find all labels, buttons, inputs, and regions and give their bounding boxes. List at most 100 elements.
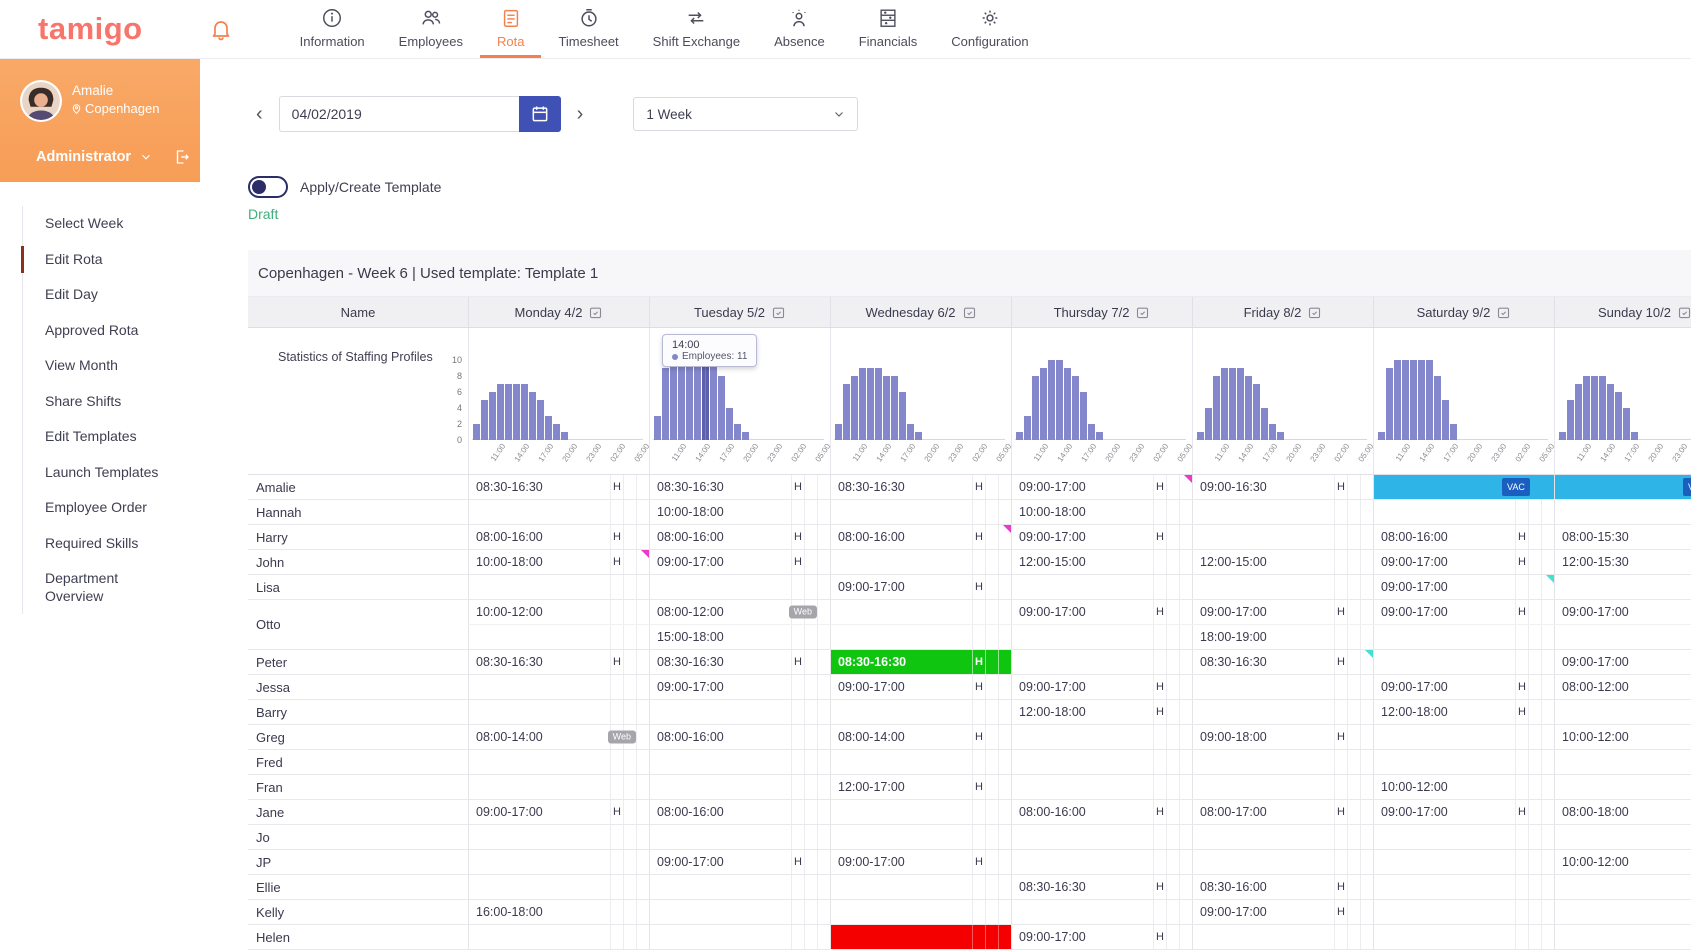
shift-cell-harry-thursday-7-2[interactable]: 09:00-17:00H [1011, 525, 1192, 549]
rota-header-day-thursday-7-2[interactable]: Thursday 7/2 [1011, 297, 1192, 327]
sidebar-item-approved-rota[interactable]: Approved Rota [23, 313, 183, 349]
shift-cell-jessa-monday-4-2[interactable] [468, 675, 649, 699]
shift-cell-greg-monday-4-2[interactable]: 08:00-14:00QWeb [468, 725, 649, 749]
shift-cell-jane-saturday-9-2[interactable]: 09:00-17:00H [1373, 800, 1554, 824]
shift-cell-jo-friday-8-2[interactable] [1192, 825, 1373, 849]
shift-cell-lisa-saturday-9-2[interactable]: 09:00-17:00 [1373, 575, 1554, 599]
shift-cell-jo-wednesday-6-2[interactable] [830, 825, 1011, 849]
shift-cell-jane-sunday-10-2[interactable]: 08:00-18:00H [1554, 800, 1691, 824]
nav-item-financials[interactable]: Financials [842, 0, 935, 58]
shift-cell-jane-tuesday-5-2[interactable]: 08:00-16:00 [649, 800, 830, 824]
shift-cell-otto-tuesday-5-2[interactable]: 08:00-12:00Web [649, 600, 830, 624]
shift-cell-harry-monday-4-2[interactable]: 08:00-16:00H [468, 525, 649, 549]
shift-cell-amalie-wednesday-6-2[interactable]: 08:30-16:30H [830, 475, 1011, 499]
shift-cell-harry-wednesday-6-2[interactable]: 08:00-16:00H [830, 525, 1011, 549]
shift-cell-hannah-monday-4-2[interactable] [468, 500, 649, 524]
shift-cell-otto-thursday-7-2[interactable]: 09:00-17:00H [1011, 600, 1192, 624]
shift-cell-john-tuesday-5-2[interactable]: 09:00-17:00H [649, 550, 830, 574]
shift-cell-john-friday-8-2[interactable]: 12:00-15:00 [1192, 550, 1373, 574]
shift-cell-otto-wednesday-6-2[interactable] [830, 600, 1011, 624]
shift-cell-otto-thursday-7-2[interactable] [1011, 625, 1192, 649]
rota-header-day-wednesday-6-2[interactable]: Wednesday 6/2 [830, 297, 1011, 327]
shift-cell-peter-wednesday-6-2[interactable]: 08:30-16:30H [830, 650, 1011, 674]
shift-cell-helen-tuesday-5-2[interactable] [649, 925, 830, 949]
shift-cell-fred-monday-4-2[interactable] [468, 750, 649, 774]
sidebar-item-edit-day[interactable]: Edit Day [23, 277, 183, 313]
shift-cell-barry-thursday-7-2[interactable]: 12:00-18:00H [1011, 700, 1192, 724]
shift-cell-ellie-sunday-10-2[interactable] [1554, 875, 1691, 899]
shift-cell-helen-sunday-10-2[interactable] [1554, 925, 1691, 949]
shift-cell-hannah-thursday-7-2[interactable]: 10:00-18:00 [1011, 500, 1192, 524]
shift-cell-amalie-thursday-7-2[interactable]: 09:00-17:00H [1011, 475, 1192, 499]
nav-item-rota[interactable]: Rota [480, 0, 541, 58]
shift-cell-fred-friday-8-2[interactable] [1192, 750, 1373, 774]
shift-cell-jessa-friday-8-2[interactable] [1192, 675, 1373, 699]
shift-cell-ellie-saturday-9-2[interactable] [1373, 875, 1554, 899]
shift-cell-fred-wednesday-6-2[interactable] [830, 750, 1011, 774]
nav-item-timesheet[interactable]: Timesheet [541, 0, 635, 58]
shift-cell-kelly-wednesday-6-2[interactable] [830, 900, 1011, 924]
shift-cell-otto-saturday-9-2[interactable] [1373, 625, 1554, 649]
calendar-button[interactable] [519, 96, 561, 132]
sidebar-item-launch-templates[interactable]: Launch Templates [23, 455, 183, 491]
shift-cell-jp-thursday-7-2[interactable] [1011, 850, 1192, 874]
shift-cell-greg-thursday-7-2[interactable] [1011, 725, 1192, 749]
shift-cell-lisa-monday-4-2[interactable] [468, 575, 649, 599]
shift-cell-john-sunday-10-2[interactable]: 12:00-15:30 [1554, 550, 1691, 574]
shift-cell-jane-friday-8-2[interactable]: 08:00-17:00H [1192, 800, 1373, 824]
shift-cell-fred-saturday-9-2[interactable] [1373, 750, 1554, 774]
shift-cell-john-saturday-9-2[interactable]: 09:00-17:00H [1373, 550, 1554, 574]
shift-cell-jo-monday-4-2[interactable] [468, 825, 649, 849]
nav-item-absence[interactable]: Absence [757, 0, 842, 58]
nav-item-information[interactable]: Information [283, 0, 382, 58]
prev-week-button[interactable]: ‹ [248, 99, 271, 130]
shift-cell-amalie-monday-4-2[interactable]: 08:30-16:30H [468, 475, 649, 499]
shift-cell-barry-friday-8-2[interactable] [1192, 700, 1373, 724]
shift-cell-fran-tuesday-5-2[interactable] [649, 775, 830, 799]
shift-cell-jp-saturday-9-2[interactable] [1373, 850, 1554, 874]
sidebar-item-edit-rota[interactable]: Edit Rota [23, 242, 183, 278]
shift-cell-fran-sunday-10-2[interactable] [1554, 775, 1691, 799]
shift-cell-helen-friday-8-2[interactable] [1192, 925, 1373, 949]
shift-cell-jo-saturday-9-2[interactable] [1373, 825, 1554, 849]
shift-cell-fred-tuesday-5-2[interactable] [649, 750, 830, 774]
apply-template-toggle[interactable] [248, 176, 288, 198]
shift-cell-greg-wednesday-6-2[interactable]: 08:00-14:00H [830, 725, 1011, 749]
shift-cell-harry-saturday-9-2[interactable]: 08:00-16:00H [1373, 525, 1554, 549]
shift-cell-otto-monday-4-2[interactable]: 10:00-12:00 [468, 600, 649, 624]
shift-cell-otto-sunday-10-2[interactable] [1554, 625, 1691, 649]
shift-cell-barry-wednesday-6-2[interactable] [830, 700, 1011, 724]
notification-bell-icon[interactable] [209, 17, 233, 41]
shift-cell-jane-wednesday-6-2[interactable] [830, 800, 1011, 824]
shift-cell-harry-friday-8-2[interactable] [1192, 525, 1373, 549]
shift-cell-kelly-monday-4-2[interactable]: 16:00-18:00 [468, 900, 649, 924]
shift-cell-hannah-wednesday-6-2[interactable] [830, 500, 1011, 524]
shift-cell-kelly-sunday-10-2[interactable] [1554, 900, 1691, 924]
shift-cell-fran-friday-8-2[interactable] [1192, 775, 1373, 799]
shift-cell-ellie-wednesday-6-2[interactable] [830, 875, 1011, 899]
sidebar-item-share-shifts[interactable]: Share Shifts [23, 384, 183, 420]
shift-cell-lisa-wednesday-6-2[interactable]: 09:00-17:00H [830, 575, 1011, 599]
shift-cell-peter-friday-8-2[interactable]: 08:30-16:30H [1192, 650, 1373, 674]
shift-cell-jo-tuesday-5-2[interactable] [649, 825, 830, 849]
shift-cell-greg-sunday-10-2[interactable]: 10:00-12:00 [1554, 725, 1691, 749]
shift-cell-jo-thursday-7-2[interactable] [1011, 825, 1192, 849]
shift-cell-hannah-saturday-9-2[interactable] [1373, 500, 1554, 524]
shift-cell-jessa-sunday-10-2[interactable]: 08:00-12:00Q [1554, 675, 1691, 699]
shift-cell-jp-sunday-10-2[interactable]: 10:00-12:00 [1554, 850, 1691, 874]
shift-cell-ellie-monday-4-2[interactable] [468, 875, 649, 899]
shift-cell-ellie-thursday-7-2[interactable]: 08:30-16:30H [1011, 875, 1192, 899]
shift-cell-otto-sunday-10-2[interactable]: 09:00-17:00H [1554, 600, 1691, 624]
avatar[interactable] [20, 80, 62, 122]
sidebar-item-employee-order[interactable]: Employee Order [23, 490, 183, 526]
shift-cell-lisa-friday-8-2[interactable] [1192, 575, 1373, 599]
shift-cell-ellie-friday-8-2[interactable]: 08:30-16:00H [1192, 875, 1373, 899]
shift-cell-peter-tuesday-5-2[interactable]: 08:30-16:30H [649, 650, 830, 674]
shift-cell-helen-saturday-9-2[interactable] [1373, 925, 1554, 949]
shift-cell-jp-friday-8-2[interactable] [1192, 850, 1373, 874]
shift-cell-amalie-tuesday-5-2[interactable]: 08:30-16:30H [649, 475, 830, 499]
shift-cell-helen-monday-4-2[interactable] [468, 925, 649, 949]
shift-cell-barry-monday-4-2[interactable] [468, 700, 649, 724]
shift-cell-john-wednesday-6-2[interactable] [830, 550, 1011, 574]
shift-cell-jp-wednesday-6-2[interactable]: 09:00-17:00H [830, 850, 1011, 874]
